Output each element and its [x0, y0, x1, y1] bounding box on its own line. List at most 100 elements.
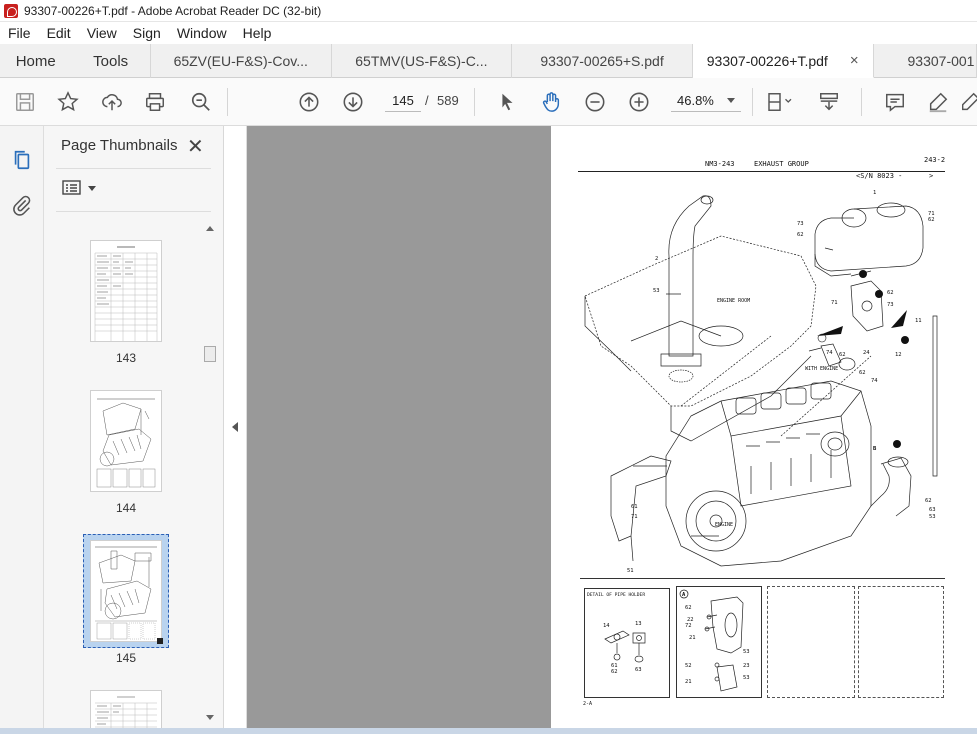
- svg-text:2: 2: [655, 256, 658, 262]
- comment-icon[interactable]: [883, 90, 907, 114]
- svg-text:53: 53: [929, 514, 936, 520]
- menu-window[interactable]: Window: [169, 25, 235, 41]
- svg-text:71: 71: [631, 514, 638, 520]
- list-options-icon: [62, 180, 81, 195]
- document-view[interactable]: NM3-243 EXHAUST GROUP 243-2 <S/N 8023 - …: [247, 126, 977, 734]
- toolbar-divider: [861, 88, 862, 116]
- zoom-in-icon[interactable]: [627, 90, 651, 114]
- highlight-pen-icon[interactable]: [926, 90, 950, 114]
- thumbnail-label-144: 144: [115, 501, 137, 515]
- svg-text:73: 73: [797, 221, 804, 227]
- scroll-down-icon[interactable]: [206, 715, 214, 720]
- page-separator: /: [425, 93, 429, 108]
- tab-doc-active[interactable]: 93307-00226+T.pdf ×: [692, 44, 874, 78]
- svg-text:53: 53: [743, 649, 750, 655]
- thumbnail-preview: [94, 246, 158, 341]
- svg-text:23: 23: [743, 663, 750, 669]
- scrollbar-thumb[interactable]: [204, 346, 216, 362]
- attachment-icon[interactable]: [10, 193, 34, 217]
- tab-doc-3[interactable]: 93307-00265+S.pdf: [512, 44, 693, 78]
- detail-rule: [580, 578, 945, 579]
- label-with-engine: WITH ENGINE: [805, 366, 839, 372]
- menu-bar: File Edit View Sign Window Help: [0, 22, 977, 44]
- thumbnail-resize-handle[interactable]: [157, 638, 163, 644]
- tab-doc-3-label: 93307-00265+S.pdf: [540, 53, 664, 69]
- svg-text:21: 21: [689, 635, 696, 641]
- thumbnail-page-143[interactable]: [90, 240, 162, 342]
- marker-a-label: A: [682, 592, 686, 598]
- header-rule: [578, 171, 945, 172]
- svg-text:53: 53: [653, 288, 660, 294]
- svg-text:14: 14: [603, 623, 610, 629]
- svg-text:61: 61: [631, 504, 638, 510]
- tab-home[interactable]: Home: [0, 44, 71, 78]
- page-layout-icon[interactable]: [763, 90, 797, 114]
- thumbnail-page-144[interactable]: [90, 390, 162, 492]
- scroll-up-icon[interactable]: [206, 226, 214, 231]
- upload-icon[interactable]: [100, 90, 124, 114]
- save-icon[interactable]: [13, 90, 37, 114]
- panel-title: Page Thumbnails: [61, 137, 178, 154]
- zoom-out-icon[interactable]: [583, 90, 607, 114]
- menu-file[interactable]: File: [0, 25, 39, 41]
- thumbnail-label-143: 143: [115, 351, 137, 365]
- print-icon[interactable]: [143, 90, 167, 114]
- menu-view[interactable]: View: [79, 25, 125, 41]
- svg-text:21: 21: [685, 679, 692, 685]
- tab-bar: Home Tools 65ZV(EU-F&S)-Cov... 65TMV(US-…: [0, 44, 977, 78]
- tab-doc-2[interactable]: 65TMV(US-F&S)-C...: [332, 44, 513, 78]
- toolbar-divider: [227, 88, 228, 116]
- detail-box-pipe-holder: DETAIL OF PIPE HOLDER 14 13 61 62 63: [584, 588, 670, 698]
- thumbnail-label-145: 145: [115, 651, 137, 665]
- footer-ref: 2-A: [583, 701, 593, 707]
- svg-text:72: 72: [685, 623, 692, 629]
- select-arrow-icon[interactable]: [495, 90, 519, 114]
- tab-close-icon[interactable]: ×: [850, 52, 859, 69]
- title-bar: 93307-00226+T.pdf - Adobe Acrobat Reader…: [0, 0, 977, 22]
- page-header-title: EXHAUST GROUP: [754, 160, 809, 168]
- thumbnail-preview: [96, 398, 156, 488]
- panel-collapse-handle[interactable]: [224, 126, 247, 734]
- svg-text:74: 74: [826, 350, 833, 356]
- tab-doc-1[interactable]: 65ZV(EU-F&S)-Cov...: [151, 44, 332, 78]
- pipe-holder-diagram: 14 13 61 62 63: [603, 621, 646, 673]
- svg-text:62: 62: [925, 498, 932, 504]
- thumbnail-options-button[interactable]: [62, 179, 96, 197]
- page-thumbnails-icon[interactable]: [10, 148, 34, 172]
- page-number-input[interactable]: [385, 90, 421, 112]
- thumbnail-page-145[interactable]: [90, 540, 162, 642]
- page-down-icon[interactable]: [341, 90, 365, 114]
- exhaust-group-diagram: 61 71 51 53 2 73 62 1 71 62 62 73 71 11 …: [584, 190, 938, 574]
- page-total: 589: [437, 93, 459, 108]
- close-icon[interactable]: ✕: [187, 134, 204, 159]
- tab-doc-5-label: 93307-001: [907, 53, 975, 69]
- label-engine-room: ENGINE ROOM: [717, 298, 751, 304]
- tab-tools[interactable]: Tools: [71, 44, 151, 78]
- svg-text:1: 1: [873, 190, 876, 196]
- toolbar-divider: [474, 88, 475, 116]
- svg-text:73: 73: [887, 302, 894, 308]
- thumbnails-panel: Page Thumbnails ✕ 143 144 145: [44, 126, 224, 734]
- scroll-mode-icon[interactable]: [817, 90, 841, 114]
- panel-divider: [56, 168, 211, 169]
- menu-help[interactable]: Help: [235, 25, 280, 41]
- svg-text:53: 53: [743, 675, 750, 681]
- panel-divider: [56, 211, 211, 212]
- page-up-icon[interactable]: [297, 90, 321, 114]
- svg-text:62: 62: [797, 232, 804, 238]
- menu-edit[interactable]: Edit: [39, 25, 79, 41]
- thumbnails-scrollbar[interactable]: [202, 220, 218, 720]
- hand-icon[interactable]: [539, 90, 563, 114]
- menu-sign[interactable]: Sign: [125, 25, 169, 41]
- svg-text:63: 63: [635, 667, 642, 673]
- svg-text:74: 74: [871, 378, 878, 384]
- pdf-page: NM3-243 EXHAUST GROUP 243-2 <S/N 8023 - …: [551, 126, 977, 734]
- pencil-icon[interactable]: [962, 90, 977, 114]
- tab-doc-2-label: 65TMV(US-F&S)-C...: [355, 53, 488, 69]
- svg-text:62: 62: [839, 352, 846, 358]
- bookmark-star-icon[interactable]: [56, 90, 80, 114]
- zoom-level-select[interactable]: 46.8%: [671, 90, 741, 112]
- zoom-search-icon[interactable]: [189, 90, 213, 114]
- tab-doc-5[interactable]: 93307-001: [874, 44, 977, 78]
- page-header-code: NM3-243: [705, 160, 735, 168]
